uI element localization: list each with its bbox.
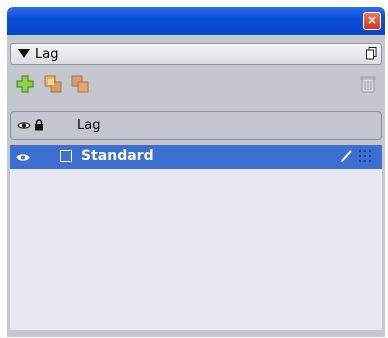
visibility-eye-icon[interactable] [17,121,31,130]
layers-toolbar [10,65,382,103]
layer-row-lag[interactable]: Lag [10,111,382,140]
duplicate-layer-icon[interactable] [44,75,62,93]
panel-title: Lag [35,47,59,62]
layer-row-standard[interactable]: Standard [10,145,382,169]
drag-grip-icon[interactable] [358,149,372,163]
layer-name: Lag [77,118,101,133]
layers-list-empty-area[interactable] [10,169,382,330]
layer-name: Standard [81,148,154,164]
panel-header[interactable]: Lag [10,43,382,65]
title-bar[interactable]: × [7,7,385,35]
new-layer-icon[interactable] [16,75,34,93]
close-button[interactable]: × [363,12,381,30]
collapse-triangle-icon[interactable] [18,49,30,58]
visibility-eye-icon[interactable] [16,153,30,162]
layers-panel-window: × Lag Lag Standard [7,7,385,337]
pen-icon [341,150,352,162]
trash-icon[interactable] [359,75,377,93]
panel-menu-icon[interactable] [366,47,377,60]
panel-bottom-edge [10,330,382,337]
merge-layer-icon[interactable] [71,75,89,93]
lock-icon[interactable] [34,119,44,131]
layer-color-swatch [60,150,72,162]
